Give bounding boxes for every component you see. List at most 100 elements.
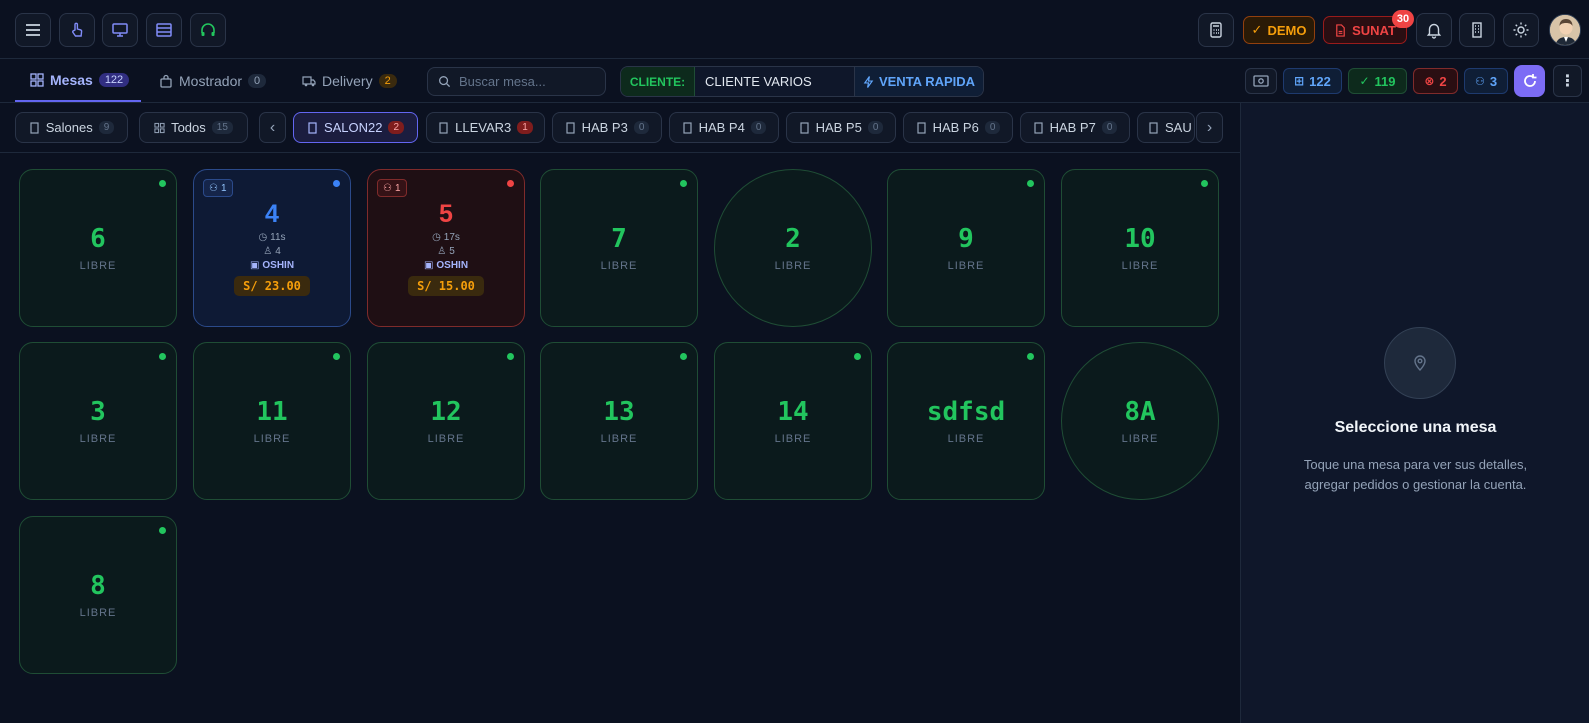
table-card[interactable]: 8A LIBRE — [1061, 342, 1219, 500]
room-label: LLEVAR3 — [455, 120, 512, 135]
tab-delivery[interactable]: Delivery 2 — [302, 60, 397, 102]
todos-chip[interactable]: Todos 15 — [139, 112, 248, 143]
panel-description: Toque una mesa para ver sus detalles, ag… — [1303, 457, 1528, 492]
room-chip-salon22[interactable]: SALON22 2 — [293, 112, 418, 143]
cash-icon — [1253, 75, 1269, 87]
status-dot — [507, 180, 514, 187]
status-dot — [159, 353, 166, 360]
status-dot — [1201, 180, 1208, 187]
calculator-button[interactable] — [1198, 13, 1234, 47]
building-icon — [799, 121, 809, 134]
table-card[interactable]: 3 LIBRE — [19, 342, 177, 500]
waiter-name: ▣ OSHIN — [424, 260, 468, 271]
chevron-right-icon: › — [1206, 118, 1213, 136]
document-icon — [1336, 23, 1345, 37]
status-dot — [680, 353, 687, 360]
waiter-value: OSHIN — [436, 260, 469, 271]
demo-label: DEMO — [1267, 22, 1307, 38]
map-pin-icon — [1414, 355, 1426, 371]
lightning-icon — [863, 75, 874, 88]
touch-mode-button[interactable] — [59, 13, 95, 47]
panel-title: Seleccione una mesa — [1334, 419, 1497, 436]
theme-toggle-button[interactable] — [1503, 13, 1539, 47]
table-card[interactable]: 2 LIBRE — [714, 169, 872, 327]
table-card[interactable]: 13 LIBRE — [540, 342, 698, 500]
room-chip-hab-p5[interactable]: HAB P5 0 — [786, 112, 896, 143]
scroll-left-button[interactable]: ‹ — [259, 112, 286, 143]
search-input[interactable]: Buscar mesa... — [427, 67, 606, 96]
more-options-button[interactable]: ⋮ — [1553, 65, 1582, 97]
elapsed-value: 17s — [443, 232, 460, 243]
table-number: 5 — [439, 200, 453, 228]
table-card[interactable]: 10 LIBRE — [1061, 169, 1219, 327]
room-count: 2 — [388, 121, 405, 134]
grid-icon — [154, 122, 165, 133]
stat-occupied[interactable]: ⊗ 2 — [1413, 68, 1458, 94]
table-status: LIBRE — [600, 433, 638, 445]
stat-people[interactable]: ⚇ 3 — [1464, 68, 1508, 94]
cash-button[interactable] — [1245, 68, 1277, 94]
room-chip-hab-p6[interactable]: HAB P6 0 — [903, 112, 1013, 143]
room-chip-hab-p3[interactable]: HAB P3 0 — [552, 112, 662, 143]
refresh-button[interactable] — [1514, 65, 1545, 97]
table-card[interactable]: ⚇ 1 4 ◷ 11s ♙ 4 ▣ OSHIN S/ 23.00 — [193, 169, 351, 327]
table-card[interactable]: sdfsd LIBRE — [887, 342, 1045, 500]
tab-mostrador[interactable]: Mostrador 0 — [159, 60, 267, 102]
building-icon — [1033, 121, 1043, 134]
more-vertical-icon: ⋮ — [1559, 73, 1576, 90]
table-card[interactable]: 6 LIBRE — [19, 169, 177, 327]
user-avatar[interactable] — [1549, 14, 1581, 46]
building-icon — [682, 121, 692, 134]
room-count: 0 — [1101, 121, 1118, 134]
waiter-value: OSHIN — [262, 260, 295, 271]
table-card[interactable]: 12 LIBRE — [367, 342, 525, 500]
id-card-icon: ▣ — [423, 260, 434, 271]
status-dot — [333, 353, 340, 360]
demo-badge[interactable]: ✓ DEMO — [1243, 16, 1315, 44]
stat-free[interactable]: ✓ 119 — [1348, 68, 1407, 94]
clock-icon: ◷ — [432, 232, 441, 243]
table-number: 11 — [256, 397, 288, 427]
todos-count: 15 — [211, 121, 233, 134]
sunat-label: SUNAT — [1352, 22, 1396, 38]
shopping-bag-icon — [160, 74, 172, 88]
table-card[interactable]: 8 LIBRE — [19, 516, 177, 674]
monitor-button[interactable] — [102, 13, 138, 47]
table-card[interactable]: ⚇ 1 5 ◷ 17s ♙ 5 ▣ OSHIN S/ 15.00 — [367, 169, 525, 327]
menu-button[interactable] — [15, 13, 51, 47]
x-circle-icon: ⊗ — [1424, 74, 1435, 88]
sunat-count-badge: 30 — [1392, 10, 1414, 28]
list-icon — [156, 23, 172, 37]
table-number: 12 — [430, 397, 462, 427]
room-chip-sau[interactable]: SAU — [1137, 112, 1195, 143]
check-circle-icon: ✓ — [1359, 74, 1370, 88]
venta-rapida-button[interactable]: VENTA RAPIDA — [855, 67, 983, 96]
building-button[interactable] — [1459, 13, 1495, 47]
table-card[interactable]: 11 LIBRE — [193, 342, 351, 500]
notifications-button[interactable] — [1416, 13, 1452, 47]
table-details-panel: Seleccione una mesa Toque una mesa para … — [1240, 103, 1589, 723]
room-count: 0 — [750, 121, 767, 134]
scroll-right-button[interactable]: › — [1196, 112, 1223, 143]
stat-total[interactable]: ⊞ 122 — [1283, 68, 1342, 94]
table-card[interactable]: 7 LIBRE — [540, 169, 698, 327]
status-dot — [507, 353, 514, 360]
guest-count: ♙ 5 — [437, 246, 455, 257]
headphones-icon — [201, 23, 215, 36]
room-chip-llevar3[interactable]: LLEVAR3 1 — [426, 112, 545, 143]
salones-chip[interactable]: Salones 9 — [15, 112, 128, 143]
server-button[interactable] — [146, 13, 182, 47]
room-chip-hab-p7[interactable]: HAB P7 0 — [1020, 112, 1130, 143]
table-card[interactable]: 9 LIBRE — [887, 169, 1045, 327]
tab-mesas[interactable]: Mesas 122 — [15, 60, 141, 102]
table-card[interactable]: 14 LIBRE — [714, 342, 872, 500]
stat-people-value: 3 — [1489, 73, 1498, 89]
stat-total-value: 122 — [1309, 73, 1331, 89]
todos-label: Todos — [171, 120, 206, 135]
cliente-field[interactable]: CLIENTE VARIOS — [695, 67, 855, 96]
room-chip-hab-p4[interactable]: HAB P4 0 — [669, 112, 779, 143]
room-label: HAB P6 — [932, 120, 979, 135]
headphones-button[interactable] — [190, 13, 226, 47]
room-count: 0 — [633, 121, 650, 134]
table-number: sdfsd — [926, 397, 1006, 427]
